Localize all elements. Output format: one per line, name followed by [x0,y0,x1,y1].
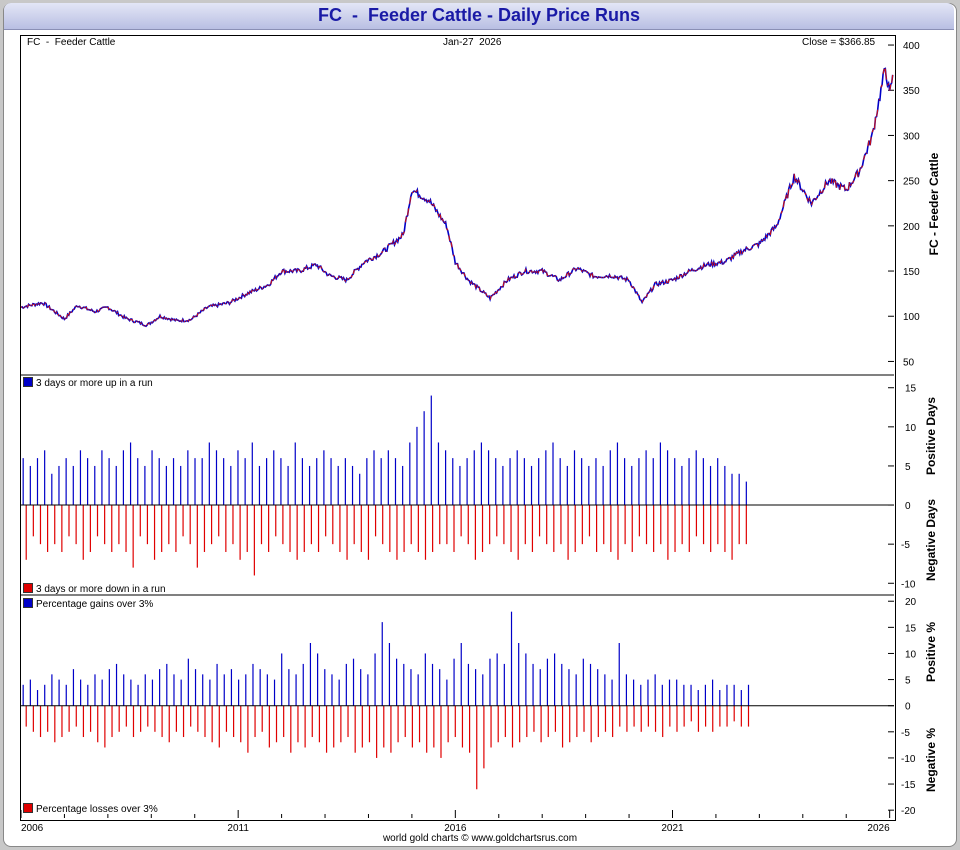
y-tick-label: 10 [905,649,917,660]
legend-runs-up: 3 days or more up in a run [23,377,153,389]
footer-credit: world gold charts © www.goldchartsrus.co… [382,833,578,844]
price-line-red [20,68,894,327]
legend-runs-up-label: 3 days or more up in a run [36,378,153,389]
y-tick-label: 15 [905,384,917,395]
y-tick-label: 5 [905,676,911,687]
y-tick-label: 350 [903,86,920,97]
y-tick-label: -20 [901,806,916,817]
y-tick-label: 5 [905,462,911,473]
y-tick-label: 10 [905,423,917,434]
price-line-blue [20,67,894,328]
negative-pct-label: Negative % [924,727,938,793]
negative-days-label: Negative Days [924,498,938,582]
legend-pct-gains-label: Percentage gains over 3% [36,599,154,610]
legend-swatch-red [23,803,33,813]
legend-swatch-blue [23,377,33,387]
legend-pct-gains: Percentage gains over 3% [23,598,153,610]
y-tick-label: 0 [905,702,911,713]
y-tick-label: 50 [903,357,915,368]
price-axis-label: FC - Feeder Cattle [927,152,941,256]
y-tick-label: -5 [901,540,910,551]
y-tick-label: 400 [903,41,920,52]
y-tick-label: -10 [901,579,916,590]
y-tick-label: -15 [901,780,916,791]
legend-pct-losses-label: Percentage losses over 3% [36,804,158,815]
chart-svg: 50100150200250300350400151050-5-10201510… [20,41,920,834]
y-tick-label: 200 [903,222,920,233]
legend-runs-down-label: 3 days or more down in a run [36,584,166,595]
y-tick-label: 15 [905,623,917,634]
y-tick-label: 150 [903,267,920,278]
legend-pct-losses: Percentage losses over 3% [23,803,158,815]
legend-swatch-red [23,583,33,593]
y-tick-label: 100 [903,312,920,323]
y-tick-label: -5 [901,728,910,739]
y-tick-label: 20 [905,597,917,608]
y-tick-label: 0 [905,501,911,512]
positive-pct-label: Positive % [924,621,938,683]
legend-runs-down: 3 days or more down in a run [23,583,166,595]
y-tick-label: -10 [901,754,916,765]
y-tick-label: 250 [903,177,920,188]
positive-days-label: Positive Days [924,396,938,476]
y-tick-label: 300 [903,131,920,142]
legend-swatch-blue [23,598,33,608]
